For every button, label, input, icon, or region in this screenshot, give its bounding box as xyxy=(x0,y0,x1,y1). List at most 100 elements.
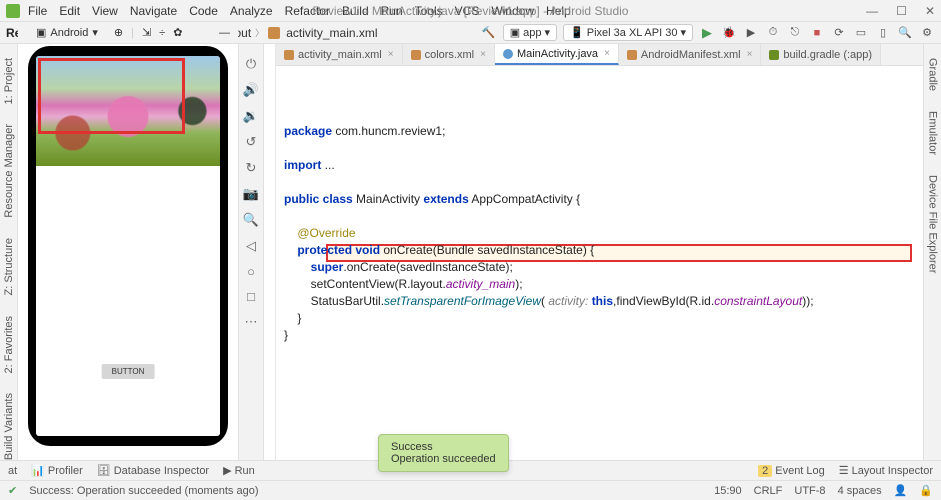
tool-resource-manager[interactable]: Resource Manager xyxy=(3,124,15,218)
tool-run[interactable]: ▶ Run xyxy=(223,464,255,477)
editor-tabs: activity_main.xml× colors.xml× MainActiv… xyxy=(276,44,923,66)
tab-manifest[interactable]: AndroidManifest.xml× xyxy=(619,44,762,65)
home-icon[interactable]: ○ xyxy=(247,264,255,279)
device-frame: BUTTON ◀ ● ■ xyxy=(28,46,228,446)
coverage-icon[interactable]: ▶ xyxy=(743,25,759,41)
inspection-icon[interactable]: 👤 xyxy=(894,484,908,497)
success-toast: Success Operation succeeded xyxy=(378,434,509,472)
preview-button: BUTTON xyxy=(102,364,155,379)
xml-icon xyxy=(411,50,421,60)
rotate-left-icon[interactable]: ↺ xyxy=(246,134,257,150)
camera-icon[interactable]: 📷 xyxy=(243,186,259,202)
tab-activity-main[interactable]: activity_main.xml× xyxy=(276,44,403,65)
menu-edit[interactable]: Edit xyxy=(59,4,80,18)
code-editor[interactable]: package com.huncm.review1; import ... pu… xyxy=(276,66,923,462)
crumb-file[interactable]: activity_main.xml xyxy=(286,26,377,40)
device-screen[interactable]: BUTTON ◀ ● ■ xyxy=(36,56,220,436)
power-icon[interactable]: ⏻ xyxy=(246,56,256,72)
toast-title: Success xyxy=(391,441,496,453)
device-nav-bar: ◀ ● ■ xyxy=(36,416,220,430)
menu-code[interactable]: Code xyxy=(189,4,218,18)
java-icon xyxy=(503,49,513,59)
profile-icon[interactable]: ⏱ xyxy=(765,25,781,41)
status-check-icon: ✔ xyxy=(8,484,17,497)
minimize-icon[interactable]: — xyxy=(866,4,878,18)
xml-icon xyxy=(627,50,637,60)
android-studio-logo xyxy=(6,4,20,18)
menu-analyze[interactable]: Analyze xyxy=(230,4,273,18)
attach-icon[interactable]: ⎋ xyxy=(787,25,803,41)
left-tool-strip: 1: Project Resource Manager Z: Structure… xyxy=(0,44,18,462)
device-dropdown[interactable]: 📱 Pixel 3a XL API 30 ▾ xyxy=(563,24,693,41)
tool-profiler[interactable]: 📊 Profiler xyxy=(31,464,83,477)
zoom-in-icon[interactable]: 🔍 xyxy=(243,212,259,228)
close-tab-icon[interactable]: × xyxy=(480,49,486,60)
lock-icon[interactable]: 🔒 xyxy=(919,484,933,497)
debug-icon[interactable]: 🐞 xyxy=(721,25,737,41)
back-icon[interactable]: ◁ xyxy=(246,238,256,254)
event-log-button[interactable]: 2 Event Log xyxy=(758,465,825,477)
tab-build-gradle[interactable]: build.gradle (:app) xyxy=(761,44,881,65)
gear-icon[interactable]: ✿ xyxy=(173,26,182,39)
run-icon[interactable]: ▶ xyxy=(699,25,715,41)
close-tab-icon[interactable]: × xyxy=(604,48,610,59)
more-icon[interactable]: ⋯ xyxy=(245,314,258,330)
overview-icon[interactable]: □ xyxy=(247,289,255,304)
close-icon[interactable]: ✕ xyxy=(925,4,935,18)
emulator-toolbar: ⏻ 🔊 🔉 ↺ ↻ 📷 🔍 ◁ ○ □ ⋯ xyxy=(238,44,264,462)
gradle-icon xyxy=(769,50,779,60)
settings-icon[interactable]: ⚙ xyxy=(919,25,935,41)
status-message: Success: Operation succeeded (moments ag… xyxy=(29,485,258,497)
title-bar: File Edit View Navigate Code Analyze Ref… xyxy=(0,0,941,22)
tool-emulator[interactable]: Emulator xyxy=(927,111,939,155)
build-icon[interactable]: 🔨 xyxy=(481,25,497,41)
tool-structure[interactable]: Z: Structure xyxy=(3,238,15,295)
tool-gradle[interactable]: Gradle xyxy=(927,58,939,91)
tab-mainactivity[interactable]: MainActivity.java× xyxy=(495,44,619,65)
tool-device-explorer[interactable]: Device File Explorer xyxy=(927,175,939,273)
maximize-icon[interactable]: ☐ xyxy=(896,4,907,18)
collapse-icon[interactable]: ÷ xyxy=(159,27,165,39)
layout-inspector-button[interactable]: ☰ Layout Inspector xyxy=(839,464,933,477)
volume-down-icon[interactable]: 🔉 xyxy=(243,108,259,124)
search-icon[interactable]: 🔍 xyxy=(897,25,913,41)
line-separator[interactable]: CRLF xyxy=(754,485,783,497)
selection-highlight xyxy=(38,58,185,134)
xml-file-icon xyxy=(268,27,280,39)
menu-file[interactable]: File xyxy=(28,4,47,18)
status-bar: ✔ Success: Operation succeeded (moments … xyxy=(0,480,941,500)
stop-icon[interactable]: ■ xyxy=(809,25,825,41)
caret-position[interactable]: 15:90 xyxy=(714,485,742,497)
toast-message: Operation succeeded xyxy=(391,453,496,465)
xml-icon xyxy=(284,50,294,60)
expand-icon[interactable]: ⇲ xyxy=(142,26,151,39)
run-config-dropdown[interactable]: ▣ app ▾ xyxy=(503,24,557,41)
tool-favorites[interactable]: 2: Favorites xyxy=(3,316,15,373)
window-title: Review1 – MainActivity.java [Review1.app… xyxy=(313,4,629,18)
hide-icon[interactable]: — xyxy=(219,27,230,39)
menu-navigate[interactable]: Navigate xyxy=(130,4,177,18)
layout-preview-panel: ▣ Android ▾ ⊕ | ⇲ ÷ ✿ — BUTTON ◀ ● ■ xyxy=(18,44,238,462)
tool-project[interactable]: 1: Project xyxy=(3,58,15,104)
menu-view[interactable]: View xyxy=(92,4,118,18)
tab-colors[interactable]: colors.xml× xyxy=(403,44,495,65)
volume-up-icon[interactable]: 🔊 xyxy=(243,82,259,98)
tool-database[interactable]: 🗄 Database Inspector xyxy=(97,464,209,477)
sdk-icon[interactable]: ▯ xyxy=(875,25,891,41)
target-icon[interactable]: ⊕ xyxy=(114,26,123,39)
editor-area: activity_main.xml× colors.xml× MainActiv… xyxy=(276,44,923,462)
close-tab-icon[interactable]: × xyxy=(747,49,753,60)
file-encoding[interactable]: UTF-8 xyxy=(794,485,825,497)
project-view-dropdown[interactable]: ▣ Android ▾ xyxy=(36,26,98,39)
close-tab-icon[interactable]: × xyxy=(388,49,394,60)
avd-icon[interactable]: ▭ xyxy=(853,25,869,41)
nav-recent-icon: ■ xyxy=(186,416,193,430)
rotate-right-icon[interactable]: ↻ xyxy=(246,160,257,176)
sync-icon[interactable]: ⟳ xyxy=(831,25,847,41)
nav-home-icon: ● xyxy=(125,416,132,430)
indent-info[interactable]: 4 spaces xyxy=(838,485,882,497)
tool-build-variants[interactable]: Build Variants xyxy=(3,393,15,460)
bottom-truncated: at xyxy=(8,465,17,477)
editor-gutter xyxy=(264,44,276,462)
run-toolbar: 🔨 ▣ app ▾ 📱 Pixel 3a XL API 30 ▾ ▶ 🐞 ▶ ⏱… xyxy=(481,24,935,41)
